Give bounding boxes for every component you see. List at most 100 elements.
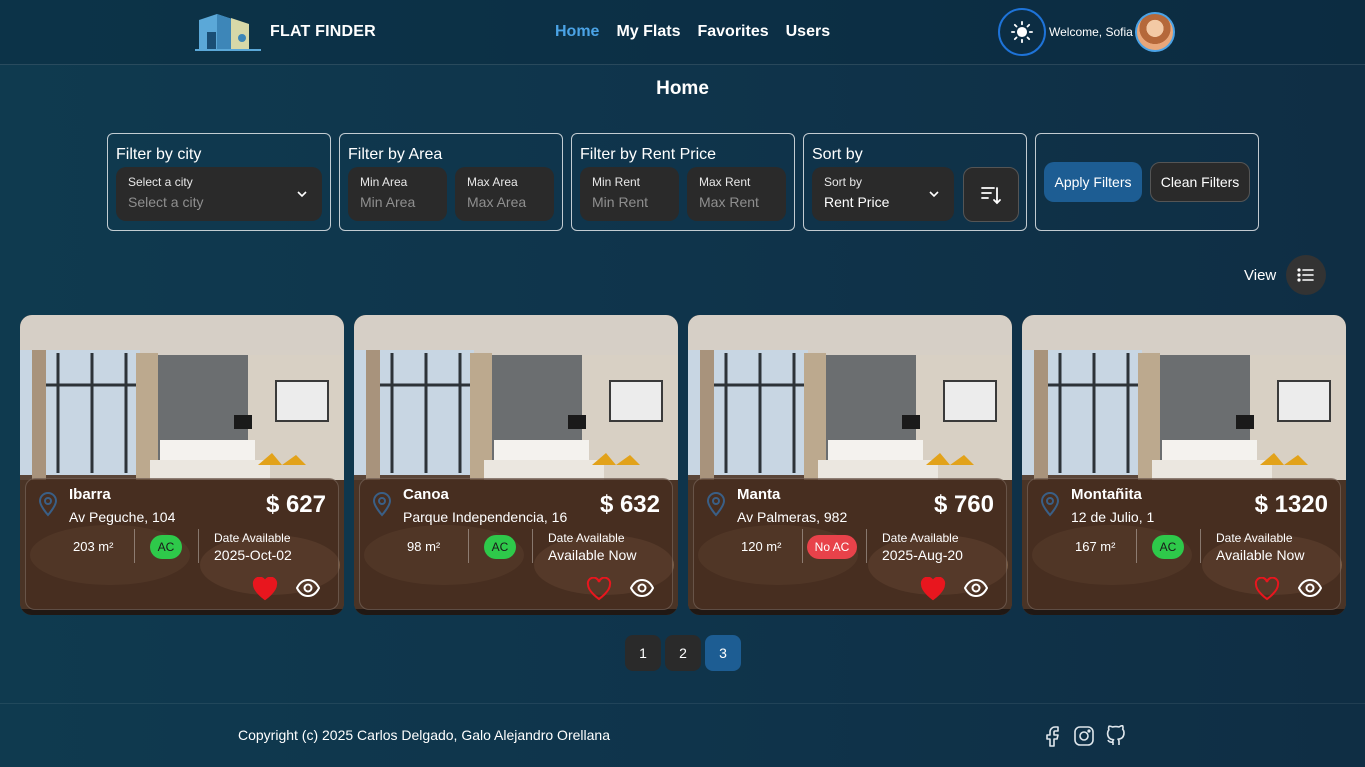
instagram-icon[interactable] bbox=[1073, 725, 1095, 747]
flat-street: Av Palmeras, 982 bbox=[737, 509, 848, 525]
building-logo-icon bbox=[195, 14, 261, 51]
brand-name: FLAT FINDER bbox=[270, 23, 376, 40]
nav-home[interactable]: Home bbox=[555, 23, 599, 41]
view-details-eye-icon[interactable] bbox=[964, 578, 988, 598]
sort-select[interactable]: Sort by Rent Price bbox=[812, 167, 954, 221]
nav-my-flats[interactable]: My Flats bbox=[616, 23, 680, 41]
sort-select-value: Rent Price bbox=[824, 194, 890, 210]
favorite-heart-icon[interactable] bbox=[586, 577, 612, 601]
filter-rent-title: Filter by Rent Price bbox=[580, 146, 717, 163]
sort-direction-button[interactable] bbox=[963, 167, 1019, 222]
view-details-eye-icon[interactable] bbox=[1298, 578, 1322, 598]
min-rent-placeholder: Min Rent bbox=[592, 194, 649, 210]
view-details-eye-icon[interactable] bbox=[296, 578, 320, 598]
min-rent-label: Min Rent bbox=[592, 175, 641, 189]
avatar[interactable] bbox=[1135, 12, 1175, 52]
sun-icon bbox=[1011, 21, 1033, 43]
date-available-label: Date Available bbox=[548, 531, 625, 545]
date-available-label: Date Available bbox=[882, 531, 959, 545]
max-area-label: Max Area bbox=[467, 175, 518, 189]
favorite-heart-icon[interactable] bbox=[252, 577, 278, 601]
max-area-input[interactable]: Max Area Max Area bbox=[455, 167, 554, 221]
page-button-2[interactable]: 2 bbox=[665, 635, 701, 671]
flat-street: Parque Independencia, 16 bbox=[403, 509, 568, 525]
apply-filters-button[interactable]: Apply Filters bbox=[1044, 162, 1142, 202]
max-rent-input[interactable]: Max Rent Max Rent bbox=[687, 167, 786, 221]
ac-badge: AC bbox=[484, 535, 516, 559]
divider bbox=[866, 529, 867, 563]
flat-area: 167 m² bbox=[1075, 539, 1116, 554]
page-title: Home bbox=[656, 78, 709, 99]
sort-select-label: Sort by bbox=[824, 175, 863, 189]
flat-area: 98 m² bbox=[407, 539, 441, 554]
welcome-text: Welcome, Sofia bbox=[1049, 25, 1133, 39]
divider bbox=[532, 529, 533, 563]
flat-price: $ 632 bbox=[599, 491, 660, 518]
flat-card[interactable]: Canoa Parque Independencia, 16 $ 632 98 … bbox=[354, 315, 678, 615]
flat-card[interactable]: Ibarra Av Peguche, 104 $ 627 203 m² AC D… bbox=[20, 315, 344, 615]
divider bbox=[134, 529, 135, 563]
date-available-value: Available Now bbox=[548, 547, 637, 563]
flat-price: $ 1320 bbox=[1254, 491, 1328, 518]
location-pin-icon bbox=[372, 492, 392, 517]
min-area-label: Min Area bbox=[360, 175, 408, 189]
location-pin-icon bbox=[706, 492, 726, 517]
divider bbox=[1136, 529, 1137, 563]
filter-rent-box: Filter by Rent Price Min Rent Min Rent M… bbox=[571, 133, 795, 231]
list-view-icon bbox=[1297, 268, 1314, 282]
facebook-icon[interactable] bbox=[1043, 725, 1063, 747]
flat-city: Montañita bbox=[1071, 486, 1142, 503]
flat-info-panel: Montañita 12 de Julio, 1 $ 1320 167 m² A… bbox=[1027, 478, 1341, 610]
min-area-input[interactable]: Min Area Min Area bbox=[348, 167, 447, 221]
sort-descending-icon bbox=[981, 186, 1001, 204]
date-available-label: Date Available bbox=[1216, 531, 1293, 545]
github-icon[interactable] bbox=[1105, 725, 1127, 747]
nav-favorites[interactable]: Favorites bbox=[697, 23, 768, 41]
min-rent-input[interactable]: Min Rent Min Rent bbox=[580, 167, 679, 221]
max-area-placeholder: Max Area bbox=[467, 194, 527, 210]
flat-price: $ 760 bbox=[933, 491, 994, 518]
view-details-eye-icon[interactable] bbox=[630, 578, 654, 598]
filter-city-box: Filter by city Select a city Select a ci… bbox=[107, 133, 331, 231]
location-pin-icon bbox=[1040, 492, 1060, 517]
city-select-label: Select a city bbox=[128, 175, 193, 189]
chevron-down-icon bbox=[297, 191, 307, 198]
flat-info-panel: Manta Av Palmeras, 982 $ 760 120 m² No A… bbox=[693, 478, 1007, 610]
divider bbox=[1200, 529, 1201, 563]
flat-city: Ibarra bbox=[69, 486, 111, 503]
ac-badge: No AC bbox=[807, 535, 857, 559]
divider bbox=[468, 529, 469, 563]
filter-area-title: Filter by Area bbox=[348, 146, 443, 163]
flat-info-panel: Canoa Parque Independencia, 16 $ 632 98 … bbox=[359, 478, 673, 610]
flat-area: 120 m² bbox=[741, 539, 782, 554]
flat-city: Manta bbox=[737, 486, 781, 503]
flat-price: $ 627 bbox=[265, 491, 326, 518]
clean-filters-button[interactable]: Clean Filters bbox=[1150, 162, 1250, 202]
ac-badge: AC bbox=[150, 535, 182, 559]
flat-info-panel: Ibarra Av Peguche, 104 $ 627 203 m² AC D… bbox=[25, 478, 339, 610]
filter-area-box: Filter by Area Min Area Min Area Max Are… bbox=[339, 133, 563, 231]
page-button-1[interactable]: 1 bbox=[625, 635, 661, 671]
flat-card[interactable]: Montañita 12 de Julio, 1 $ 1320 167 m² A… bbox=[1022, 315, 1346, 615]
sort-box: Sort by Sort by Rent Price bbox=[803, 133, 1027, 231]
date-available-value: 2025-Aug-20 bbox=[882, 547, 963, 563]
view-toggle-button[interactable] bbox=[1286, 255, 1326, 295]
favorite-heart-icon[interactable] bbox=[1254, 577, 1280, 601]
ac-badge: AC bbox=[1152, 535, 1184, 559]
max-rent-label: Max Rent bbox=[699, 175, 751, 189]
nav-users[interactable]: Users bbox=[786, 23, 830, 41]
flat-city: Canoa bbox=[403, 486, 449, 503]
page-button-3[interactable]: 3 bbox=[705, 635, 741, 671]
divider bbox=[198, 529, 199, 563]
navbar: FLAT FINDER Home My Flats Favorites User… bbox=[0, 0, 1365, 65]
chevron-down-icon bbox=[929, 191, 939, 198]
min-area-placeholder: Min Area bbox=[360, 194, 416, 210]
city-select[interactable]: Select a city Select a city bbox=[116, 167, 322, 221]
favorite-heart-icon[interactable] bbox=[920, 577, 946, 601]
nav-links: Home My Flats Favorites Users bbox=[555, 23, 830, 41]
max-rent-placeholder: Max Rent bbox=[699, 194, 759, 210]
flat-card[interactable]: Manta Av Palmeras, 982 $ 760 120 m² No A… bbox=[688, 315, 1012, 615]
theme-toggle-button[interactable] bbox=[998, 8, 1046, 56]
flat-street: Av Peguche, 104 bbox=[69, 509, 176, 525]
logo[interactable]: FLAT FINDER bbox=[195, 10, 376, 54]
